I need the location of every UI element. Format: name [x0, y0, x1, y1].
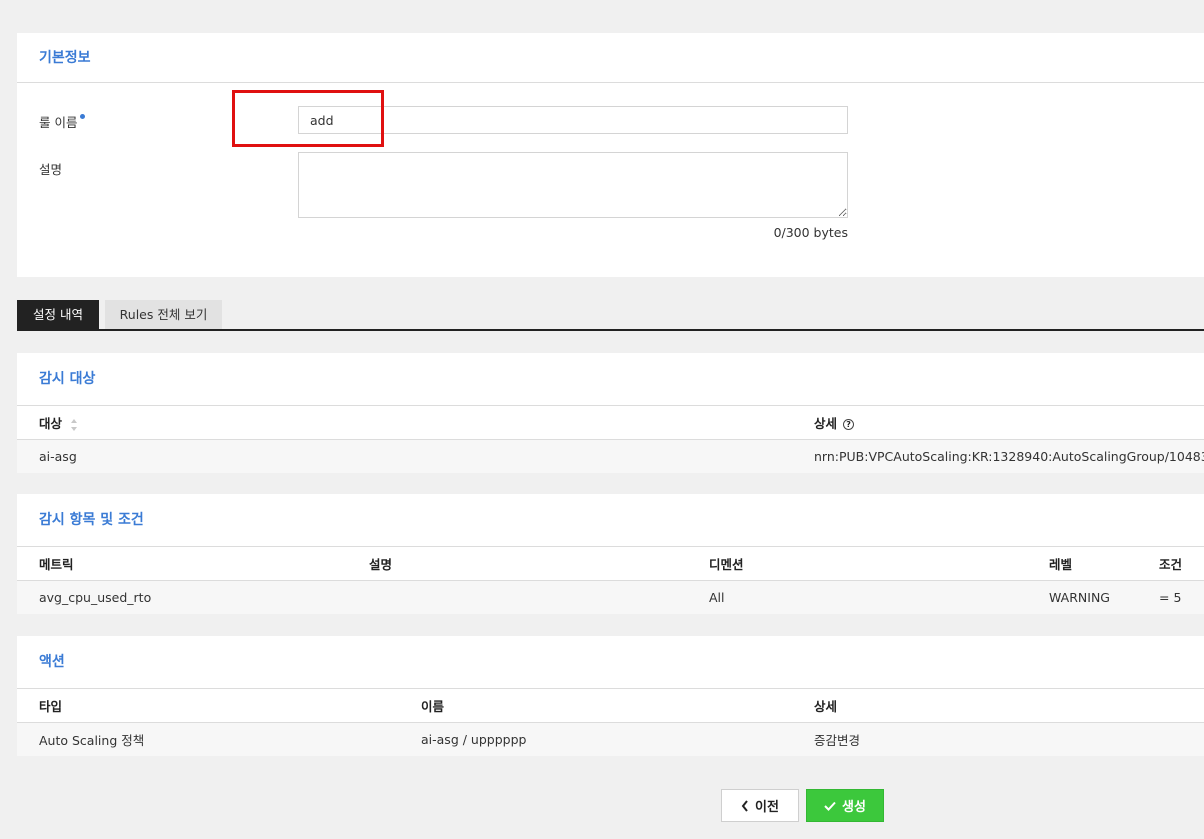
column-header-target[interactable]: 대상	[17, 405, 792, 440]
column-header-detail: 상세	[792, 688, 1204, 723]
column-header-description: 설명	[347, 546, 687, 581]
help-icon[interactable]: ?	[843, 419, 855, 430]
check-icon	[824, 801, 836, 811]
level-cell: WARNING	[1027, 580, 1137, 614]
action-name-cell: ai-asg / upppppp	[399, 722, 792, 756]
condition-cell: = 5	[1137, 580, 1204, 614]
byte-counter: 0/300 bytes	[773, 225, 848, 240]
monitor-metrics-table: 메트릭 설명 디멘션 레벨 조건 avg_cpu_used_rto All WA…	[17, 546, 1204, 614]
rule-name-label-text: 룰 이름	[39, 115, 78, 130]
actions-panel: 액션 타입 이름 상세 Auto Scaling 정책 ai-asg / upp…	[17, 636, 1204, 756]
column-header-target-label: 대상	[39, 416, 63, 431]
monitor-target-title: 감시 대상	[39, 371, 96, 387]
required-indicator-icon	[80, 114, 86, 119]
basic-info-panel: 기본정보 룰 이름 설명 0/300 bytes	[17, 33, 1204, 277]
rule-name-label: 룰 이름	[39, 112, 86, 131]
column-header-level: 레벨	[1027, 546, 1137, 581]
monitor-metrics-title: 감시 항목 및 조건	[39, 512, 144, 528]
monitor-metrics-panel: 감시 항목 및 조건 메트릭 설명 디멘션 레벨 조건 avg_cpu_used…	[17, 494, 1204, 614]
table-row: Auto Scaling 정책 ai-asg / upppppp 증감변경	[17, 722, 1204, 756]
column-header-condition: 조건	[1137, 546, 1204, 581]
column-header-type: 타입	[17, 688, 399, 723]
action-type-cell: Auto Scaling 정책	[17, 722, 399, 756]
column-header-name: 이름	[399, 688, 792, 723]
column-header-dimension: 디멘션	[687, 546, 1027, 581]
create-button-label: 생성	[842, 800, 866, 815]
table-row: ai-asg nrn:PUB:VPCAutoScaling:KR:1328940…	[17, 439, 1204, 473]
action-detail-cell: 증감변경	[792, 722, 1204, 756]
tab-bar: 설정 내역 Rules 전체 보기	[17, 300, 1204, 331]
actions-table: 타입 이름 상세 Auto Scaling 정책 ai-asg / uppppp…	[17, 688, 1204, 756]
monitor-target-panel: 감시 대상 대상 상세? ai-asg nrn:PUB:VPCAutoScali…	[17, 353, 1204, 473]
column-header-metric: 메트릭	[17, 546, 347, 581]
table-header-row: 타입 이름 상세	[17, 688, 1204, 723]
target-name-cell: ai-asg	[17, 439, 792, 473]
description-cell	[347, 580, 687, 614]
column-header-detail: 상세?	[792, 405, 1204, 440]
prev-button[interactable]: 이전	[721, 789, 799, 822]
tab-settings-summary[interactable]: 설정 내역	[17, 300, 99, 329]
table-header-row: 대상 상세?	[17, 405, 1204, 440]
tab-all-rules[interactable]: Rules 전체 보기	[105, 300, 222, 329]
dimension-cell: All	[687, 580, 1027, 614]
metric-cell: avg_cpu_used_rto	[17, 580, 347, 614]
create-button[interactable]: 생성	[806, 789, 884, 822]
sort-icon[interactable]	[70, 418, 78, 432]
column-header-detail-label: 상세	[814, 416, 838, 431]
table-row: avg_cpu_used_rto All WARNING = 5	[17, 580, 1204, 614]
table-header-row: 메트릭 설명 디멘션 레벨 조건	[17, 546, 1204, 581]
basic-info-title: 기본정보	[17, 33, 1204, 83]
description-textarea[interactable]	[298, 152, 848, 218]
monitor-target-table: 대상 상세? ai-asg nrn:PUB:VPCAutoScaling:KR:…	[17, 405, 1204, 473]
chevron-left-icon	[741, 799, 748, 812]
target-detail-cell: nrn:PUB:VPCAutoScaling:KR:1328940:AutoSc…	[792, 439, 1204, 473]
description-label: 설명	[39, 162, 63, 177]
prev-button-label: 이전	[755, 800, 779, 815]
actions-title: 액션	[39, 654, 65, 670]
rule-name-input[interactable]	[298, 106, 848, 134]
